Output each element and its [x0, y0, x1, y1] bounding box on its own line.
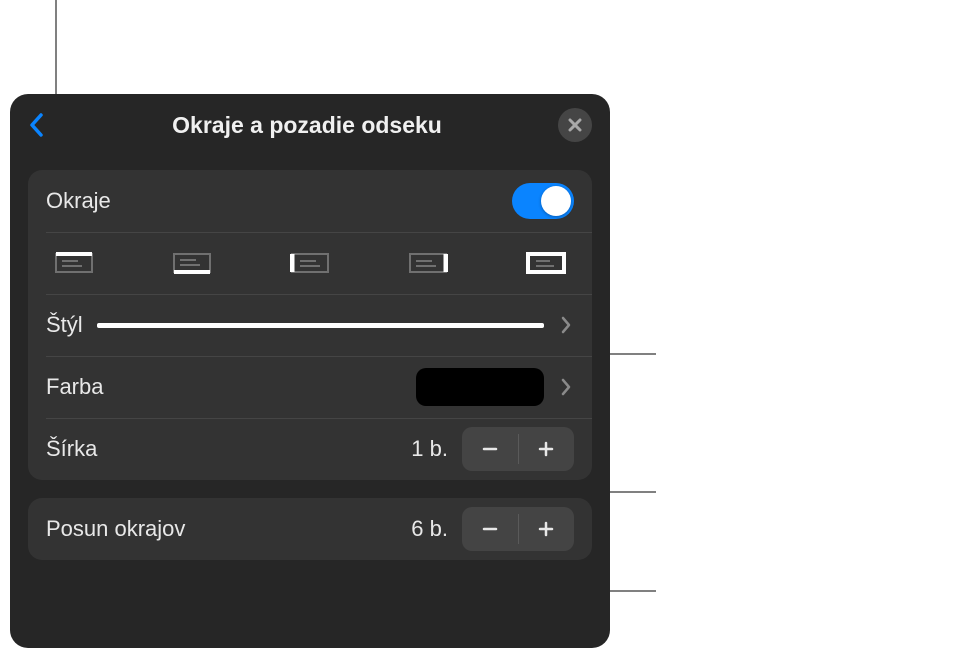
border-bottom-icon[interactable]	[172, 248, 212, 278]
borders-label: Okraje	[46, 188, 111, 214]
toggle-knob	[541, 186, 571, 216]
panel-header: Okraje a pozadie odseku	[10, 94, 610, 152]
border-all-icon[interactable]	[526, 248, 566, 278]
borders-section: Okraje	[28, 170, 592, 480]
borders-and-background-panel: Okraje a pozadie odseku Okraje	[10, 94, 610, 648]
width-value: 1 b.	[411, 436, 448, 462]
offset-stepper	[462, 507, 574, 551]
offset-label: Posun okrajov	[46, 516, 185, 542]
width-decrement-button[interactable]	[462, 427, 518, 471]
borders-toggle-row: Okraje	[28, 170, 592, 232]
style-label: Štýl	[46, 312, 83, 338]
offset-value: 6 b.	[411, 516, 448, 542]
border-top-icon[interactable]	[54, 248, 94, 278]
color-label: Farba	[46, 374, 103, 400]
panel-title: Okraje a pozadie odseku	[172, 112, 442, 139]
borders-toggle[interactable]	[512, 183, 574, 219]
color-row[interactable]: Farba	[28, 356, 592, 418]
offset-decrement-button[interactable]	[462, 507, 518, 551]
width-increment-button[interactable]	[518, 427, 574, 471]
color-swatch[interactable]	[416, 368, 544, 406]
chevron-right-icon	[558, 314, 574, 336]
border-position-row	[28, 232, 592, 294]
border-left-icon[interactable]	[290, 248, 330, 278]
border-position-group	[54, 246, 566, 280]
offset-increment-button[interactable]	[518, 507, 574, 551]
style-preview-line	[97, 323, 544, 328]
style-row[interactable]: Štýl	[28, 294, 592, 356]
width-stepper	[462, 427, 574, 471]
chevron-right-icon	[558, 376, 574, 398]
border-right-icon[interactable]	[408, 248, 448, 278]
offset-section: Posun okrajov 6 b.	[28, 498, 592, 560]
close-button[interactable]	[558, 108, 592, 142]
offset-row: Posun okrajov 6 b.	[28, 498, 592, 560]
back-button[interactable]	[28, 111, 56, 139]
width-label: Šírka	[46, 436, 97, 462]
width-row: Šírka 1 b.	[28, 418, 592, 480]
